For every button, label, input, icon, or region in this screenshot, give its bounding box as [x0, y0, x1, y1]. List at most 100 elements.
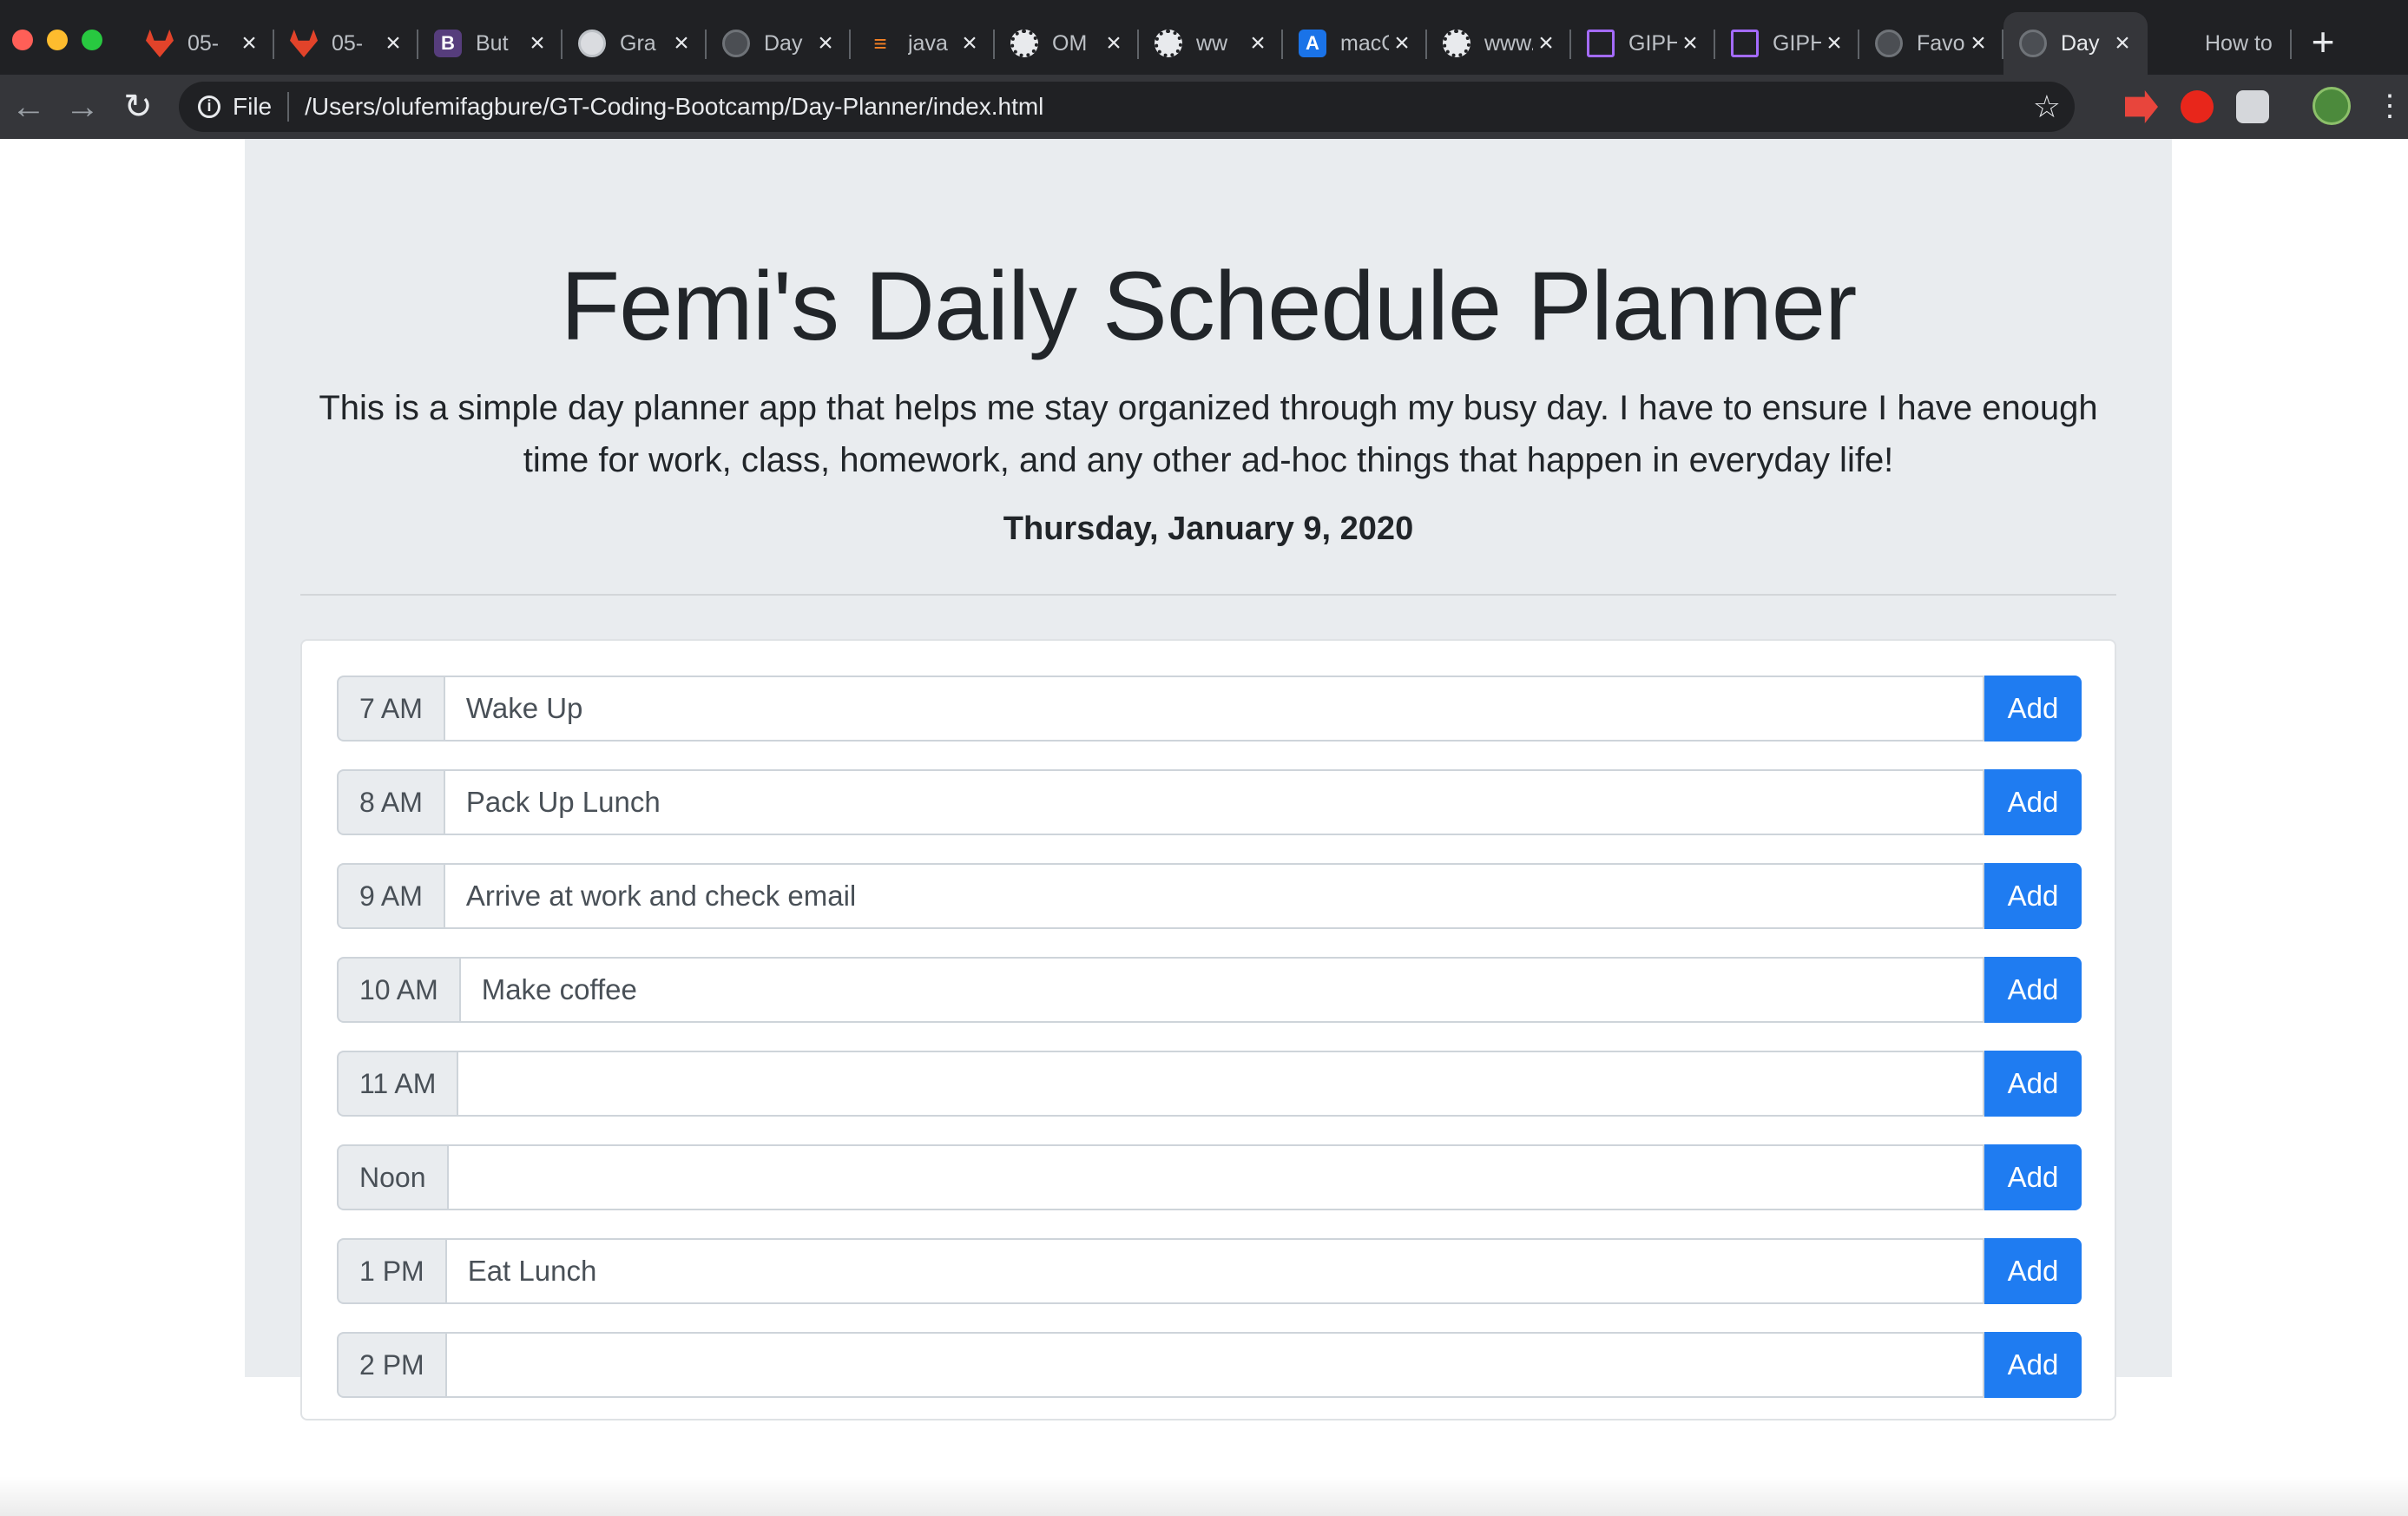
- stackoverflow-icon: ≡: [873, 30, 887, 56]
- tab-title: How to: [2205, 30, 2273, 56]
- tab-title: 05-: [332, 30, 364, 56]
- bottom-shadow: [0, 1476, 2408, 1516]
- browser-tab[interactable]: AmacOS×: [1283, 12, 1427, 75]
- browser-tab[interactable]: OM ×: [995, 12, 1139, 75]
- url-text[interactable]: /Users/olufemifagbure/GT-Coding-Bootcamp…: [305, 93, 1043, 121]
- browser-toolbar: ← → ↻ i File /Users/olufemifagbure/GT-Co…: [0, 75, 2408, 139]
- browser-tab[interactable]: 05- ×: [274, 12, 418, 75]
- time-block-row: 7 AM Add: [337, 676, 2082, 742]
- tab-title: Gra: [620, 30, 656, 56]
- close-tab-icon[interactable]: ×: [1101, 29, 1127, 58]
- close-tab-icon[interactable]: ×: [1389, 29, 1415, 58]
- giphy-icon: [1587, 30, 1615, 57]
- close-tab-icon[interactable]: ×: [1965, 29, 1991, 58]
- browser-tab[interactable]: B But ×: [418, 12, 563, 75]
- globe-icon: [722, 30, 750, 57]
- extension-icon[interactable]: [2236, 90, 2269, 123]
- back-arrow-icon[interactable]: ←: [9, 87, 49, 127]
- tab-title: Favorite: [1917, 30, 1965, 56]
- task-input[interactable]: [443, 769, 1984, 835]
- soccer-ball-icon: [1010, 30, 1038, 57]
- screencast-extension-icon[interactable]: [2125, 90, 2158, 123]
- close-tab-icon[interactable]: ×: [1533, 29, 1559, 58]
- info-icon[interactable]: i: [198, 96, 220, 118]
- task-input[interactable]: [446, 1144, 1984, 1210]
- add-button[interactable]: Add: [1984, 957, 2082, 1023]
- close-tab-icon[interactable]: ×: [957, 29, 983, 58]
- tab-title: java: [908, 30, 948, 56]
- browser-tab[interactable]: How to: [2148, 12, 2292, 75]
- kebab-menu-icon[interactable]: ⋮: [2375, 89, 2405, 123]
- tab-title: OM: [1052, 30, 1088, 56]
- omnibox-divider: [287, 92, 290, 122]
- time-block-row: 11 AM Add: [337, 1051, 2082, 1117]
- browser-tab[interactable]: ww ×: [1139, 12, 1283, 75]
- browser-tab[interactable]: Day ×: [2003, 12, 2148, 75]
- close-window-button[interactable]: [12, 30, 33, 50]
- bookmark-star-icon[interactable]: ☆: [2033, 89, 2061, 125]
- adblock-extension-icon[interactable]: [2181, 90, 2214, 123]
- forward-arrow-icon[interactable]: →: [63, 87, 102, 127]
- browser-tab[interactable]: GIPHY×: [1571, 12, 1715, 75]
- add-button[interactable]: Add: [1984, 1238, 2082, 1304]
- close-tab-icon[interactable]: ×: [2109, 29, 2135, 58]
- giphy-icon: [1731, 30, 1759, 57]
- close-tab-icon[interactable]: ×: [668, 29, 694, 58]
- close-tab-icon[interactable]: ×: [524, 29, 550, 58]
- browser-tab[interactable]: 05- ×: [130, 12, 274, 75]
- hour-label: 1 PM: [337, 1238, 445, 1304]
- browser-chrome: 05-×05-×BBut×Gra×Day×≡java×OM×ww×AmacOS×…: [0, 0, 2408, 139]
- browser-tab[interactable]: GIPHY×: [1715, 12, 1859, 75]
- soccer-ball-icon: [1443, 30, 1470, 57]
- close-tab-icon[interactable]: ×: [236, 29, 262, 58]
- add-button[interactable]: Add: [1984, 769, 2082, 835]
- task-input[interactable]: [443, 676, 1984, 742]
- close-tab-icon[interactable]: ×: [813, 29, 839, 58]
- browser-tab[interactable]: Gra ×: [563, 12, 707, 75]
- tab-strip: 05-×05-×BBut×Gra×Day×≡java×OM×ww×AmacOS×…: [0, 0, 2408, 87]
- reload-icon[interactable]: ↻: [118, 87, 158, 127]
- hour-label: Noon: [337, 1144, 447, 1210]
- time-block-row: 2 PM Add: [337, 1332, 2082, 1398]
- jumbotron: Femi's Daily Schedule Planner This is a …: [245, 139, 2172, 1420]
- minimize-window-button[interactable]: [47, 30, 68, 50]
- scheme-label: File: [233, 93, 273, 120]
- task-input[interactable]: [458, 957, 1984, 1023]
- browser-tab[interactable]: Favorite×: [1859, 12, 2003, 75]
- page-title: Femi's Daily Schedule Planner: [560, 252, 1858, 360]
- tab-title: GIPHY: [1773, 30, 1821, 56]
- add-button[interactable]: Add: [1984, 676, 2082, 742]
- add-button[interactable]: Add: [1984, 1332, 2082, 1398]
- task-input[interactable]: [444, 1332, 1984, 1398]
- close-tab-icon[interactable]: ×: [1821, 29, 1847, 58]
- task-input[interactable]: [443, 863, 1984, 929]
- close-tab-icon[interactable]: ×: [380, 29, 406, 58]
- browser-tab[interactable]: Day ×: [707, 12, 851, 75]
- page-content: Femi's Daily Schedule Planner This is a …: [0, 139, 2408, 1516]
- zoom-window-button[interactable]: [82, 30, 102, 50]
- hour-label: 10 AM: [337, 957, 459, 1023]
- task-input[interactable]: [444, 1238, 1984, 1304]
- tab-title: 05-: [188, 30, 220, 56]
- apple-icon: [2163, 30, 2191, 57]
- hour-label: 7 AM: [337, 676, 444, 742]
- time-block-row: 8 AM Add: [337, 769, 2082, 835]
- globe-icon: [578, 30, 606, 57]
- time-block-row: 9 AM Add: [337, 863, 2082, 929]
- tab-title: Day: [764, 30, 803, 56]
- time-block-row: 10 AM Add: [337, 957, 2082, 1023]
- hour-label: 9 AM: [337, 863, 444, 929]
- task-input[interactable]: [457, 1051, 1984, 1117]
- browser-tab[interactable]: ≡ java ×: [851, 12, 995, 75]
- address-bar[interactable]: i File /Users/olufemifagbure/GT-Coding-B…: [179, 82, 2075, 132]
- time-block-row: Noon Add: [337, 1144, 2082, 1210]
- browser-tab[interactable]: www.o×: [1427, 12, 1571, 75]
- add-button[interactable]: Add: [1984, 863, 2082, 929]
- add-button[interactable]: Add: [1984, 1051, 2082, 1117]
- add-button[interactable]: Add: [1984, 1144, 2082, 1210]
- close-tab-icon[interactable]: ×: [1245, 29, 1271, 58]
- page-lead: This is a simple day planner app that he…: [319, 389, 2098, 479]
- new-tab-button[interactable]: +: [2299, 17, 2347, 66]
- profile-avatar[interactable]: [2313, 87, 2351, 125]
- close-tab-icon[interactable]: ×: [1677, 29, 1703, 58]
